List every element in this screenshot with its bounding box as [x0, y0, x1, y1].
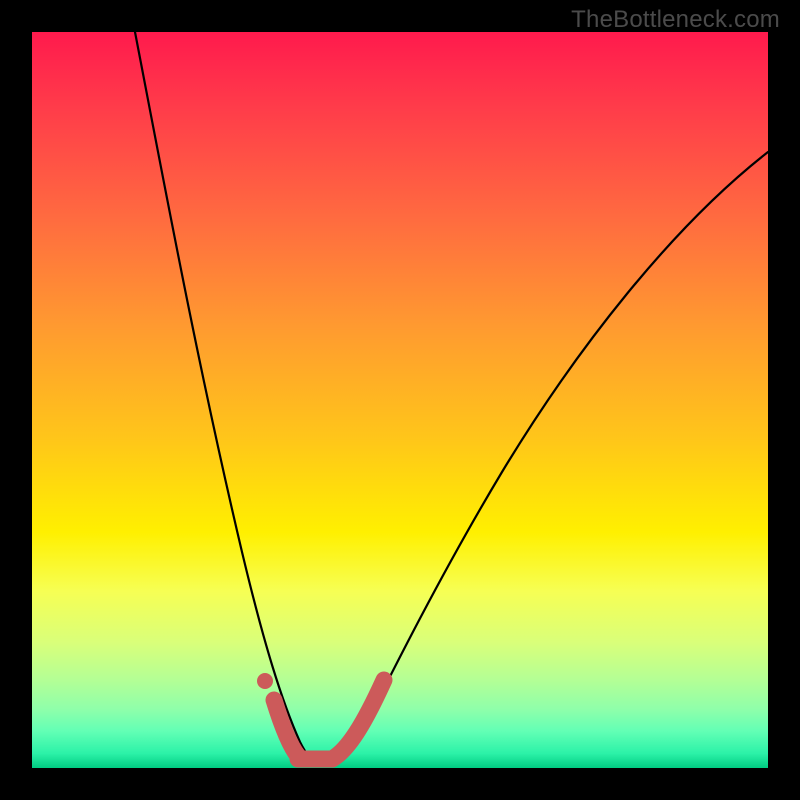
chart-overlay-svg: [32, 32, 768, 768]
chart-frame: TheBottleneck.com: [0, 0, 800, 800]
bottleneck-curve: [135, 32, 768, 766]
highlight-right: [332, 680, 384, 759]
watermark-label: TheBottleneck.com: [571, 6, 780, 34]
highlight-dot-icon: [257, 673, 273, 689]
